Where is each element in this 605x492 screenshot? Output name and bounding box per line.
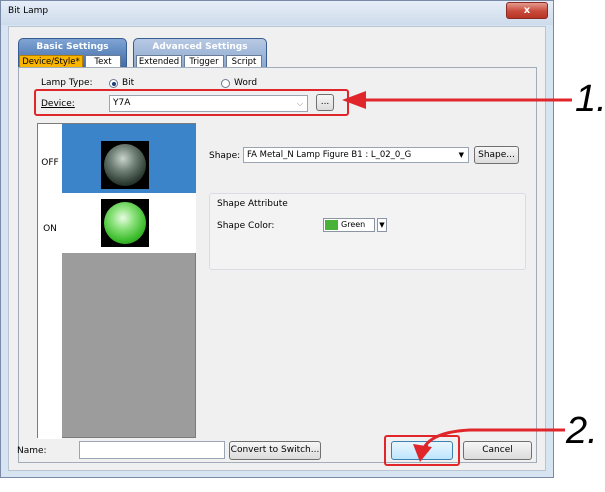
arrow-1 bbox=[342, 91, 572, 109]
annotation-label-2: 2. bbox=[566, 410, 598, 452]
arrow-2 bbox=[413, 428, 565, 462]
annotation-overlay bbox=[342, 91, 572, 462]
annotation-label-1: 1. bbox=[575, 78, 605, 120]
